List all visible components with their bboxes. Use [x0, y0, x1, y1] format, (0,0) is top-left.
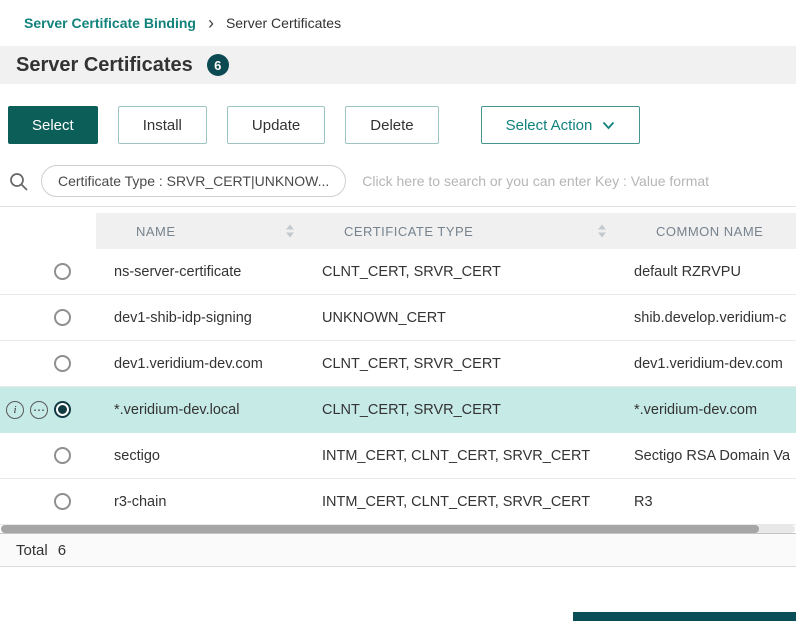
cell-certificate-type: INTM_CERT, CLNT_CERT, SRVR_CERT — [304, 433, 616, 479]
cell-radio — [0, 249, 96, 295]
column-header-certificate-type[interactable]: CERTIFICATE TYPE — [304, 213, 616, 249]
cell-name: *.veridium-dev.local — [96, 387, 304, 433]
column-header-name[interactable]: NAME — [96, 213, 304, 249]
cell-radio — [0, 387, 96, 433]
breadcrumb-link-server-certificate-binding[interactable]: Server Certificate Binding — [24, 15, 196, 31]
table-row[interactable]: dev1.veridium-dev.com CLNT_CERT, SRVR_CE… — [0, 341, 796, 387]
cell-common-name: *.veridium-dev.com — [616, 387, 796, 433]
row-ellipsis-icon[interactable] — [30, 401, 48, 419]
cell-name: dev1.veridium-dev.com — [96, 341, 304, 387]
row-info-icon[interactable] — [6, 401, 24, 419]
cell-radio — [0, 295, 96, 341]
breadcrumb: Server Certificate Binding › Server Cert… — [0, 0, 796, 46]
column-header-common-name[interactable]: COMMON NAME — [616, 213, 796, 249]
table-row[interactable]: *.veridium-dev.local CLNT_CERT, SRVR_CER… — [0, 387, 796, 433]
horizontal-scrollbar-thumb[interactable] — [1, 525, 759, 533]
cell-common-name: dev1.veridium-dev.com — [616, 341, 796, 387]
sort-icons-name[interactable] — [286, 225, 294, 238]
cell-common-name: Sectigo RSA Domain Va — [616, 433, 796, 479]
table-header-row: NAME CERTIFICATE TYPE COMMON NAME — [0, 213, 796, 249]
row-radio[interactable] — [54, 493, 71, 510]
divider — [0, 206, 796, 207]
title-bar: Server Certificates 6 — [0, 46, 796, 84]
row-radio[interactable] — [54, 309, 71, 326]
select-action-dropdown[interactable]: Select Action — [481, 106, 641, 144]
cell-name: ns-server-certificate — [96, 249, 304, 295]
row-radio[interactable] — [54, 263, 71, 280]
select-action-label: Select Action — [506, 117, 593, 134]
sort-icons-certificate-type[interactable] — [598, 225, 606, 238]
cell-certificate-type: CLNT_CERT, SRVR_CERT — [304, 249, 616, 295]
row-action-icons — [6, 401, 48, 419]
column-header-common-name-label: COMMON NAME — [656, 224, 763, 239]
horizontal-scrollbar[interactable] — [1, 525, 795, 533]
row-radio[interactable] — [54, 401, 71, 418]
toolbar: Select Install Update Delete Select Acti… — [0, 106, 796, 144]
row-radio[interactable] — [54, 355, 71, 372]
cell-name: dev1-shib-idp-signing — [96, 295, 304, 341]
search-placeholder: Click here to search or you can enter Ke… — [362, 173, 709, 189]
cell-certificate-type: CLNT_CERT, SRVR_CERT — [304, 341, 616, 387]
certificates-table: NAME CERTIFICATE TYPE COMMON NAME — [0, 213, 796, 525]
cell-common-name: R3 — [616, 479, 796, 525]
cell-common-name: shib.develop.veridium-c — [616, 295, 796, 341]
delete-button[interactable]: Delete — [345, 106, 438, 144]
breadcrumb-chevron-icon: › — [208, 14, 214, 32]
row-radio[interactable] — [54, 447, 71, 464]
select-button[interactable]: Select — [8, 106, 98, 144]
cell-radio — [0, 433, 96, 479]
server-certificates-page: Server Certificate Binding › Server Cert… — [0, 0, 796, 621]
table-body: ns-server-certificate CLNT_CERT, SRVR_CE… — [0, 249, 796, 525]
cell-name: r3-chain — [96, 479, 304, 525]
search-icon — [8, 171, 29, 192]
breadcrumb-current: Server Certificates — [226, 15, 341, 31]
cell-name: sectigo — [96, 433, 304, 479]
cell-radio — [0, 341, 96, 387]
chevron-down-icon — [602, 121, 615, 130]
table-row[interactable]: ns-server-certificate CLNT_CERT, SRVR_CE… — [0, 249, 796, 295]
page-title: Server Certificates — [16, 54, 193, 77]
cell-common-name: default RZRVPU — [616, 249, 796, 295]
count-badge: 6 — [207, 54, 229, 76]
table-row[interactable]: r3-chain INTM_CERT, CLNT_CERT, SRVR_CERT… — [0, 479, 796, 525]
cell-certificate-type: UNKNOWN_CERT — [304, 295, 616, 341]
cell-certificate-type: INTM_CERT, CLNT_CERT, SRVR_CERT — [304, 479, 616, 525]
update-button[interactable]: Update — [227, 106, 325, 144]
table-row[interactable]: sectigo INTM_CERT, CLNT_CERT, SRVR_CERT … — [0, 433, 796, 479]
search-bar[interactable]: Certificate Type : SRVR_CERT|UNKNOW... C… — [0, 164, 796, 198]
filter-chip[interactable]: Certificate Type : SRVR_CERT|UNKNOW... — [41, 165, 346, 197]
total-value: 6 — [58, 542, 66, 559]
radio-column-header — [0, 213, 96, 249]
bottom-panel-edge — [573, 612, 796, 621]
total-label: Total — [16, 542, 48, 559]
total-row: Total 6 — [0, 533, 796, 567]
column-header-name-label: NAME — [136, 224, 176, 239]
cell-radio — [0, 479, 96, 525]
cell-certificate-type: CLNT_CERT, SRVR_CERT — [304, 387, 616, 433]
column-header-certificate-type-label: CERTIFICATE TYPE — [344, 224, 473, 239]
install-button[interactable]: Install — [118, 106, 207, 144]
table-row[interactable]: dev1-shib-idp-signing UNKNOWN_CERT shib.… — [0, 295, 796, 341]
